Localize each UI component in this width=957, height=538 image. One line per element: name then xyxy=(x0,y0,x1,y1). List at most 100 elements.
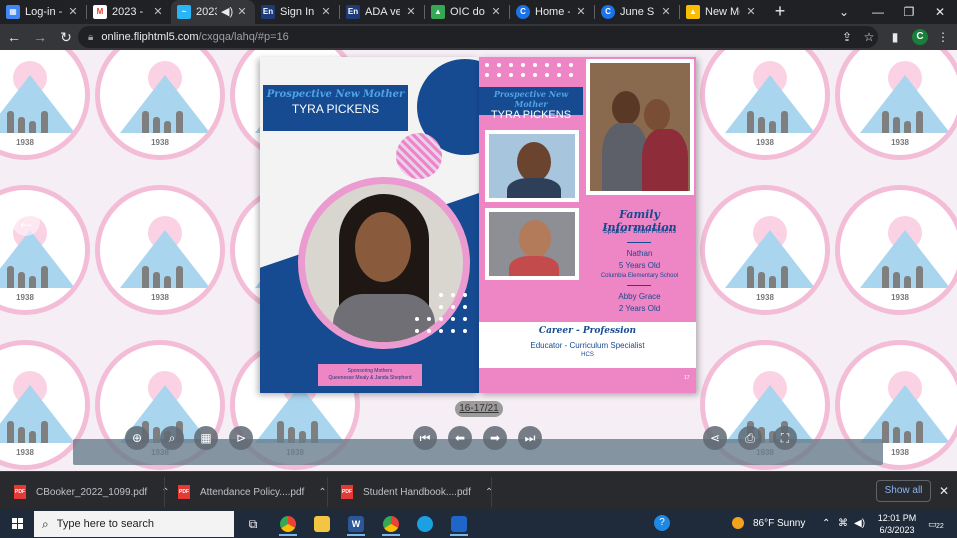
pdf-icon: PDF xyxy=(178,485,190,499)
divider xyxy=(327,477,328,507)
pdf-icon: PDF xyxy=(341,485,353,499)
download-item[interactable]: PDF Student Handbook....pdf ⌃ xyxy=(341,482,493,502)
bookmark-star-icon[interactable]: ☆ xyxy=(858,25,880,49)
jack-and-jill-badge: 1938 xyxy=(835,185,957,315)
pdf-icon: PDF xyxy=(14,485,26,499)
edge-icon[interactable] xyxy=(410,512,440,536)
lock-icon[interactable]: 🔒︎ xyxy=(88,32,93,43)
network-icon[interactable]: ⌘ xyxy=(838,510,848,538)
search-icon[interactable]: ⌕ xyxy=(160,426,184,450)
download-item[interactable]: PDF Attendance Policy....pdf ⌃ xyxy=(178,482,327,502)
couple-photo xyxy=(586,59,694,195)
chevron-up-icon[interactable]: ⌃ xyxy=(822,510,830,538)
taskbar-search[interactable]: ⌕ Type here to search xyxy=(34,511,234,537)
tab-search-icon[interactable]: ⌄ xyxy=(827,0,861,24)
calendar-app-icon[interactable] xyxy=(444,512,474,536)
gmail-icon: M xyxy=(93,5,107,19)
jack-and-jill-badge: 1938 xyxy=(95,50,225,160)
dot-grid-decor xyxy=(415,293,477,343)
share-icon[interactable]: ⇪ xyxy=(836,25,858,49)
restore-button[interactable]: ❐ xyxy=(892,0,926,24)
profile-avatar[interactable]: C xyxy=(912,29,928,45)
thumbnails-icon[interactable]: ▦ xyxy=(194,426,218,450)
first-page-icon[interactable]: ⏮ xyxy=(413,426,437,450)
tab-home[interactable]: C Home - Ca ✕ xyxy=(510,0,594,24)
tab-ada[interactable]: En ADA versi ✕ xyxy=(340,0,424,24)
left-title-box: Prospective New Mother TYRA PICKENS xyxy=(263,85,408,131)
chevron-up-icon[interactable]: ⌃ xyxy=(318,487,326,498)
start-button[interactable] xyxy=(0,510,34,538)
speaker-icon[interactable]: ◀) xyxy=(221,5,233,19)
jack-and-jill-badge: 1938 xyxy=(0,50,90,160)
clock[interactable]: 12:01 PM 6/3/2023 xyxy=(872,512,922,536)
close-icon[interactable]: ✕ xyxy=(744,5,758,19)
close-window-button[interactable]: ✕ xyxy=(923,0,957,24)
jack-and-jill-badge: 1938 xyxy=(0,185,90,315)
right-page[interactable]: Prospective New Mother TYRA PICKENS Fami… xyxy=(479,57,696,393)
right-title-box: Prospective New Mother TYRA PICKENS xyxy=(479,87,583,121)
right-footer-band xyxy=(479,368,696,393)
tab-pn[interactable]: M 2023 - PN ✕ xyxy=(87,0,171,24)
chrome-taskbar-icon[interactable] xyxy=(273,512,303,536)
fullscreen-icon[interactable]: ⛶ xyxy=(773,426,797,450)
address-bar[interactable]: 🔒︎ online.fliphtml5.com/cxgqa/lahq/#p=16 xyxy=(78,26,878,48)
close-icon[interactable]: ✕ xyxy=(489,5,503,19)
show-all-button[interactable]: Show all xyxy=(876,480,931,502)
reload-button[interactable]: ↻ xyxy=(54,25,78,49)
tab-login[interactable]: ▦ Log-in - H ✕ xyxy=(0,0,86,24)
weather-text[interactable]: 86°F Sunny xyxy=(753,510,805,538)
volume-icon[interactable]: ◀) xyxy=(854,510,865,538)
new-tab-button[interactable]: + xyxy=(768,0,792,24)
side-panel-icon[interactable]: ▮ xyxy=(884,25,906,49)
close-icon[interactable]: ✕ xyxy=(319,5,333,19)
print-icon[interactable]: ⎙ xyxy=(738,426,762,450)
minimize-button[interactable]: — xyxy=(861,0,895,24)
divider xyxy=(627,285,651,286)
chevron-up-icon[interactable]: ⌃ xyxy=(161,487,169,498)
close-icon[interactable]: ✕ xyxy=(66,5,80,19)
browser-toolbar: ← → ↻ 🔒︎ online.fliphtml5.com/cxgqa/lahq… xyxy=(0,24,957,50)
daughter-photo xyxy=(485,208,579,280)
tab-june-ser[interactable]: C June SER S ✕ xyxy=(595,0,679,24)
share-icon[interactable]: ⋖ xyxy=(703,426,727,450)
back-button[interactable]: ← xyxy=(2,25,26,49)
son-photo xyxy=(485,130,579,202)
tab-oic[interactable]: ▲ OIC docun ✕ xyxy=(425,0,509,24)
pink-dot-decor xyxy=(481,59,581,85)
help-icon[interactable]: ? xyxy=(654,510,670,538)
last-page-icon[interactable]: ⏭ xyxy=(518,426,542,450)
file-explorer-icon[interactable] xyxy=(307,512,337,536)
downloads-bar: PDF CBooker_2022_1099.pdf ⌃ PDF Attendan… xyxy=(0,471,957,510)
jack-and-jill-badge: 1938 xyxy=(835,50,957,160)
tab-sign-in[interactable]: En Sign In - M ✕ xyxy=(255,0,339,24)
word-icon[interactable]: W xyxy=(341,512,371,536)
close-icon[interactable]: ✕ xyxy=(404,5,418,19)
previous-page-arrow[interactable]: ← xyxy=(12,208,40,236)
weather-icon[interactable] xyxy=(732,510,744,538)
tab-strip: ▦ Log-in - H ✕ M 2023 - PN ✕ ~ 2023 - ◀)… xyxy=(0,0,957,24)
next-page-icon[interactable]: ➡ xyxy=(483,426,507,450)
sign-in-icon: En xyxy=(261,5,275,19)
zoom-in-icon[interactable]: ⊕ xyxy=(125,426,149,450)
close-icon[interactable]: ✕ xyxy=(235,5,249,19)
menu-icon[interactable]: ⋮ xyxy=(932,25,954,49)
google-drive-icon: ▲ xyxy=(431,5,445,19)
close-icon[interactable]: ✕ xyxy=(574,5,588,19)
chrome-taskbar-icon-2[interactable] xyxy=(376,512,406,536)
autoplay-icon[interactable]: ⊳ xyxy=(229,426,253,450)
notification-icon[interactable]: ▭ 22 xyxy=(928,510,944,538)
close-icon[interactable]: ✕ xyxy=(659,5,673,19)
left-page[interactable]: Prospective New Mother TYRA PICKENS Spon… xyxy=(260,57,479,393)
tab-new-mem[interactable]: ▲ New Mem ✕ xyxy=(680,0,764,24)
download-item[interactable]: PDF CBooker_2022_1099.pdf ⌃ xyxy=(14,482,170,502)
tab-flipbook[interactable]: ~ 2023 - ◀) ✕ xyxy=(171,0,255,24)
divider xyxy=(627,242,651,243)
forward-button[interactable]: → xyxy=(28,25,52,49)
prev-page-icon[interactable]: ⬅ xyxy=(448,426,472,450)
task-view-icon[interactable]: ⧉ xyxy=(238,512,268,536)
taskbar: ⌕ Type here to search ⧉ W ? 86°F Sunny ⌃… xyxy=(0,510,957,538)
google-drive-icon: ▲ xyxy=(686,5,700,19)
close-downloads-icon[interactable]: ✕ xyxy=(936,481,952,501)
close-icon[interactable]: ✕ xyxy=(151,5,165,19)
page-indicator[interactable]: 16-17/21 xyxy=(455,401,503,417)
